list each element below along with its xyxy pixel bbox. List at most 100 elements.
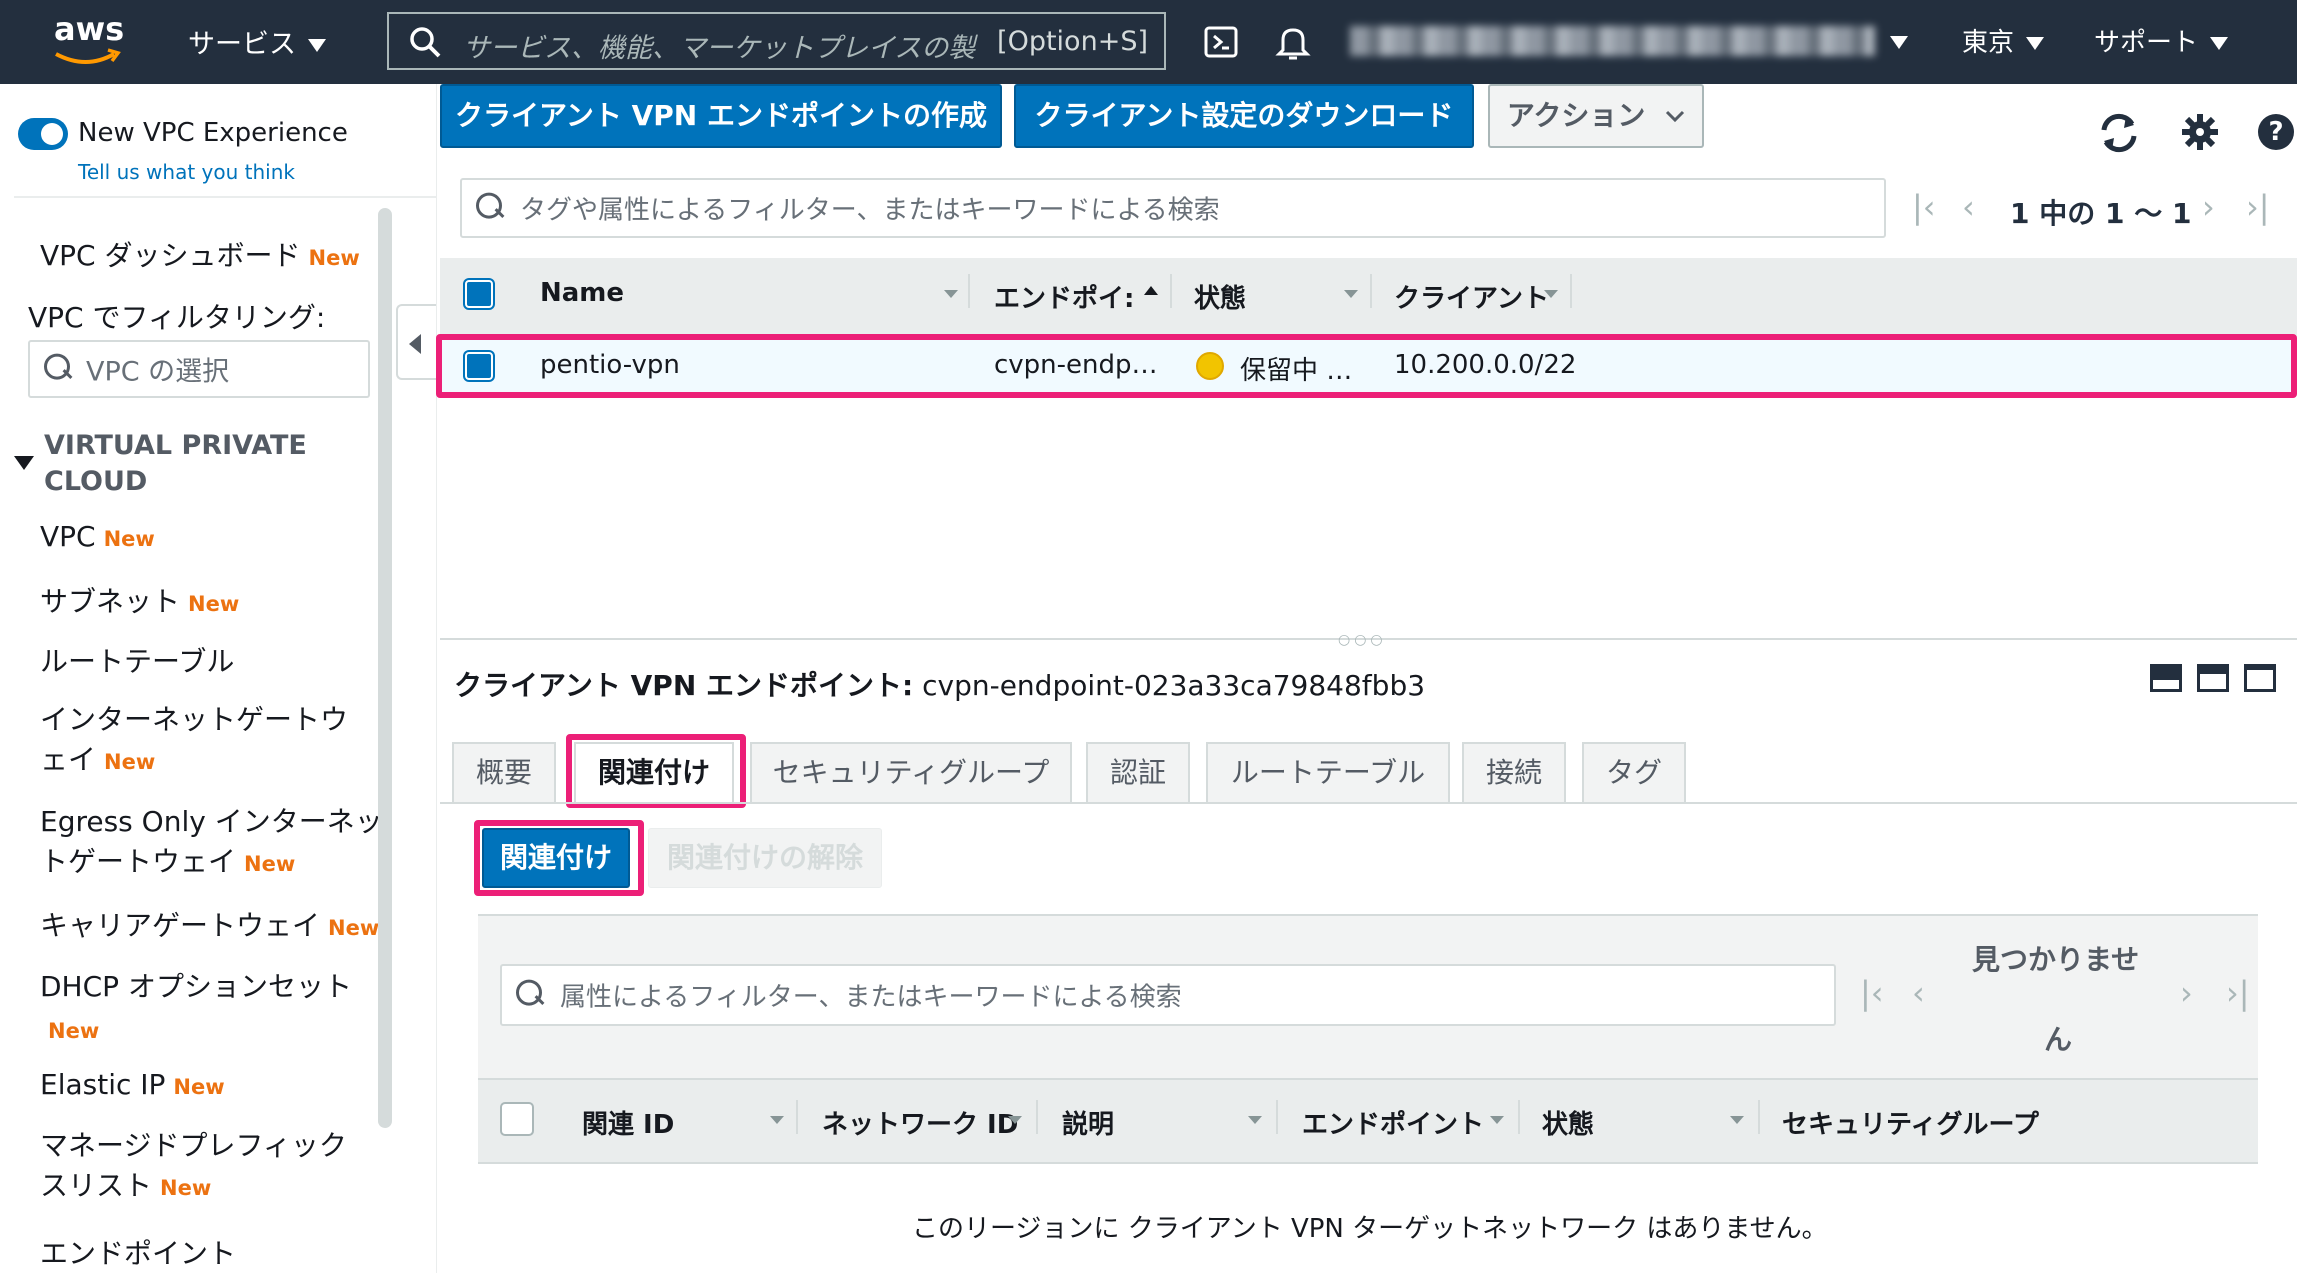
panel-maximize-icon[interactable] [2244,664,2276,692]
aws-smile-icon [55,48,121,64]
sidebar-item-vpc-dashboard[interactable]: VPC ダッシュボード New [40,234,360,274]
tab-tags[interactable]: タグ [1582,742,1686,804]
sidebar-collapse-handle[interactable] [396,304,436,380]
first-page-icon: |‹ [1860,974,1884,1012]
sort-icon[interactable] [770,1116,784,1124]
column-header-network-id[interactable]: ネットワーク ID [822,1104,1018,1141]
sort-icon[interactable] [1544,290,1558,298]
column-header-state[interactable]: 状態 [1542,1104,1594,1141]
sidebar-item-dhcp-options[interactable]: DHCP オプションセット New [40,966,352,1052]
refresh-icon[interactable] [2096,110,2142,156]
sidebar-item-managed-prefix-lists[interactable]: マネージドプレフィック スリスト New [40,1126,347,1208]
sort-icon[interactable] [1248,1116,1262,1124]
sort-icon[interactable] [944,290,958,298]
associate-button-highlight-annotation [474,820,644,896]
sidebar-item-endpoints[interactable]: エンドポイント [40,1232,236,1272]
new-badge: New [244,852,296,876]
select-all-checkbox[interactable] [465,280,493,308]
column-header-security-groups[interactable]: セキュリティグループ [1782,1104,2039,1141]
sidebar-divider [14,196,436,198]
pane-resize-handle[interactable]: ○○○ [1338,632,1387,648]
account-menu-blurred[interactable] [1350,26,1875,56]
new-badge: New [160,1176,212,1200]
column-separator[interactable] [1758,1100,1760,1134]
sidebar-item-carrier-gateways[interactable]: キャリアゲートウェイ New [40,904,379,944]
column-separator[interactable] [1570,274,1572,308]
notifications-bell-icon[interactable] [1275,24,1311,60]
new-badge: New [48,1019,100,1043]
column-separator[interactable] [1036,1100,1038,1134]
new-badge: New [104,750,156,774]
sort-icon[interactable] [1008,1116,1022,1124]
tab-overview[interactable]: 概要 [452,742,556,804]
new-vpc-experience-label: New VPC Experience [78,118,348,148]
account-caret-down-icon[interactable] [1890,36,1908,49]
vpc-filter-select[interactable]: VPC の選択 [28,340,370,398]
column-header-name[interactable]: Name [540,278,624,308]
association-filter-input[interactable]: 属性によるフィルター、またはキーワードによる検索 [500,964,1836,1026]
support-menu[interactable]: サポート [2094,22,2229,59]
aws-logo[interactable]: aws [52,10,124,70]
tab-security-groups[interactable]: セキュリティグループ [750,742,1072,804]
column-header-endpoint[interactable]: エンドポイ: [994,278,1134,315]
create-client-vpn-endpoint-button[interactable]: クライアント VPN エンドポイントの作成 [440,84,1002,148]
cloudshell-icon[interactable] [1204,26,1240,58]
search-shortcut: [Option+S] [997,26,1148,57]
endpoint-table-header [440,258,2297,338]
prev-page-icon: ‹ [1912,974,1925,1012]
column-header-endpoint[interactable]: エンドポイント [1302,1104,1484,1141]
empty-state-message: このリージョンに クライアント VPN ターゲットネットワーク はありません。 [912,1214,1828,1244]
sidebar-item-subnets[interactable]: サブネット New [40,580,239,620]
select-all-associations-checkbox[interactable] [500,1102,534,1136]
new-badge: New [103,527,155,551]
sidebar-item-vpc[interactable]: VPC New [40,520,155,553]
column-header-association-id[interactable]: 関連 ID [582,1104,674,1141]
services-menu[interactable]: サービス [188,22,326,61]
next-page-icon[interactable]: › [2202,188,2215,226]
panel-minimize-icon[interactable] [2150,664,2182,692]
pagination-label: 1 中の 1 〜 1 [2010,197,2192,230]
tab-route-table[interactable]: ルートテーブル [1206,742,1450,804]
panel-half-icon[interactable] [2197,664,2229,692]
settings-gear-icon[interactable] [2180,112,2220,152]
column-separator[interactable] [1370,274,1372,308]
column-separator[interactable] [1518,1100,1520,1134]
sort-ascending-icon[interactable] [1144,286,1158,295]
section-title[interactable]: CLOUD [44,466,147,497]
last-page-icon[interactable]: ›| [2246,188,2270,226]
sidebar-item-elastic-ip[interactable]: Elastic IP New [40,1068,225,1101]
endpoint-filter-input[interactable]: タグや属性によるフィルター、またはキーワードによる検索 [460,178,1886,238]
sidebar-scrollbar[interactable] [378,208,392,1128]
tab-authorization[interactable]: 認証 [1086,742,1190,804]
sort-icon[interactable] [1730,1116,1744,1124]
tab-connections[interactable]: 接続 [1462,742,1566,804]
prev-page-icon[interactable]: ‹ [1962,188,1975,226]
sidebar-item-egress-only-gateways[interactable]: Egress Only インターネッ トゲートウェイ New [40,802,383,884]
top-navigation-bar: aws サービス サービス、機能、マーケットプレイスの製 [Option+S] … [0,0,2297,84]
column-separator[interactable] [796,1100,798,1134]
caret-down-icon [2026,37,2045,50]
first-page-icon[interactable]: |‹ [1912,188,1936,226]
sidebar: New VPC Experience Tell us what you thin… [0,84,437,1273]
column-header-description[interactable]: 説明 [1062,1104,1114,1141]
download-client-config-button[interactable]: クライアント設定のダウンロード [1014,84,1474,148]
global-search-input[interactable]: サービス、機能、マーケットプレイスの製 [Option+S] [387,12,1166,70]
section-collapse-icon[interactable] [14,456,34,470]
sort-icon[interactable] [1344,290,1358,298]
help-icon[interactable]: ? [2258,114,2294,150]
actions-button[interactable]: アクション [1488,84,1704,148]
sort-icon[interactable] [1490,1116,1504,1124]
sidebar-item-internet-gateways[interactable]: インターネットゲートウ ェイ New [40,700,348,782]
feedback-link[interactable]: Tell us what you think [78,160,295,184]
section-title[interactable]: VIRTUAL PRIVATE [44,430,307,461]
sidebar-item-route-tables[interactable]: ルートテーブル [40,640,234,680]
new-vpc-experience-toggle[interactable] [18,118,68,150]
column-header-state[interactable]: 状態 [1194,278,1246,315]
column-separator[interactable] [1276,1100,1278,1134]
column-separator[interactable] [1170,274,1172,308]
new-badge: New [173,1075,225,1099]
region-menu[interactable]: 東京 [1962,22,2045,59]
chevron-down-icon [1666,110,1685,123]
column-header-client[interactable]: クライアント [1394,278,1549,315]
column-separator[interactable] [968,274,970,308]
